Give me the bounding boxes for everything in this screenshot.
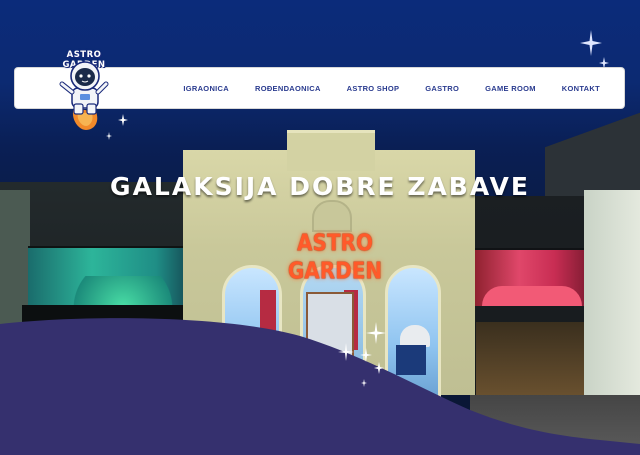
nav-item-gastro[interactable]: GASTRO <box>425 84 459 93</box>
building-gable <box>287 130 375 171</box>
site-logo[interactable]: ASTRO GARDEN <box>52 50 116 134</box>
nav-item-astro-shop[interactable]: ASTRO SHOP <box>347 84 400 93</box>
sparkle-star-icon <box>374 362 384 378</box>
bottom-wave <box>0 318 640 455</box>
nav-menu: IGRAONICA ROĐENDAONICA ASTRO SHOP GASTRO… <box>183 68 600 108</box>
gable-ornament <box>312 200 352 232</box>
sparkle-star-icon <box>360 348 372 366</box>
astronaut-logo-icon <box>59 61 109 130</box>
building-right-glass <box>472 248 590 306</box>
sparkle-star-icon <box>361 375 367 391</box>
sparkle-star-icon <box>118 114 128 130</box>
sparkle-star-icon <box>338 343 354 365</box>
building-left-glass <box>28 246 198 308</box>
hero-headline: GALAKSIJA DOBRE ZABAVE <box>110 172 530 201</box>
sparkle-star-icon <box>366 322 386 348</box>
nav-item-game-room[interactable]: GAME ROOM <box>485 84 536 93</box>
sparkle-star-icon <box>580 30 602 60</box>
nav-item-kontakt[interactable]: KONTAKT <box>562 84 600 93</box>
nav-item-rodendaonica[interactable]: ROĐENDAONICA <box>255 84 321 93</box>
nav-item-igraonica[interactable]: IGRAONICA <box>183 84 229 93</box>
building-sign: ASTRO GARDEN <box>287 228 383 285</box>
